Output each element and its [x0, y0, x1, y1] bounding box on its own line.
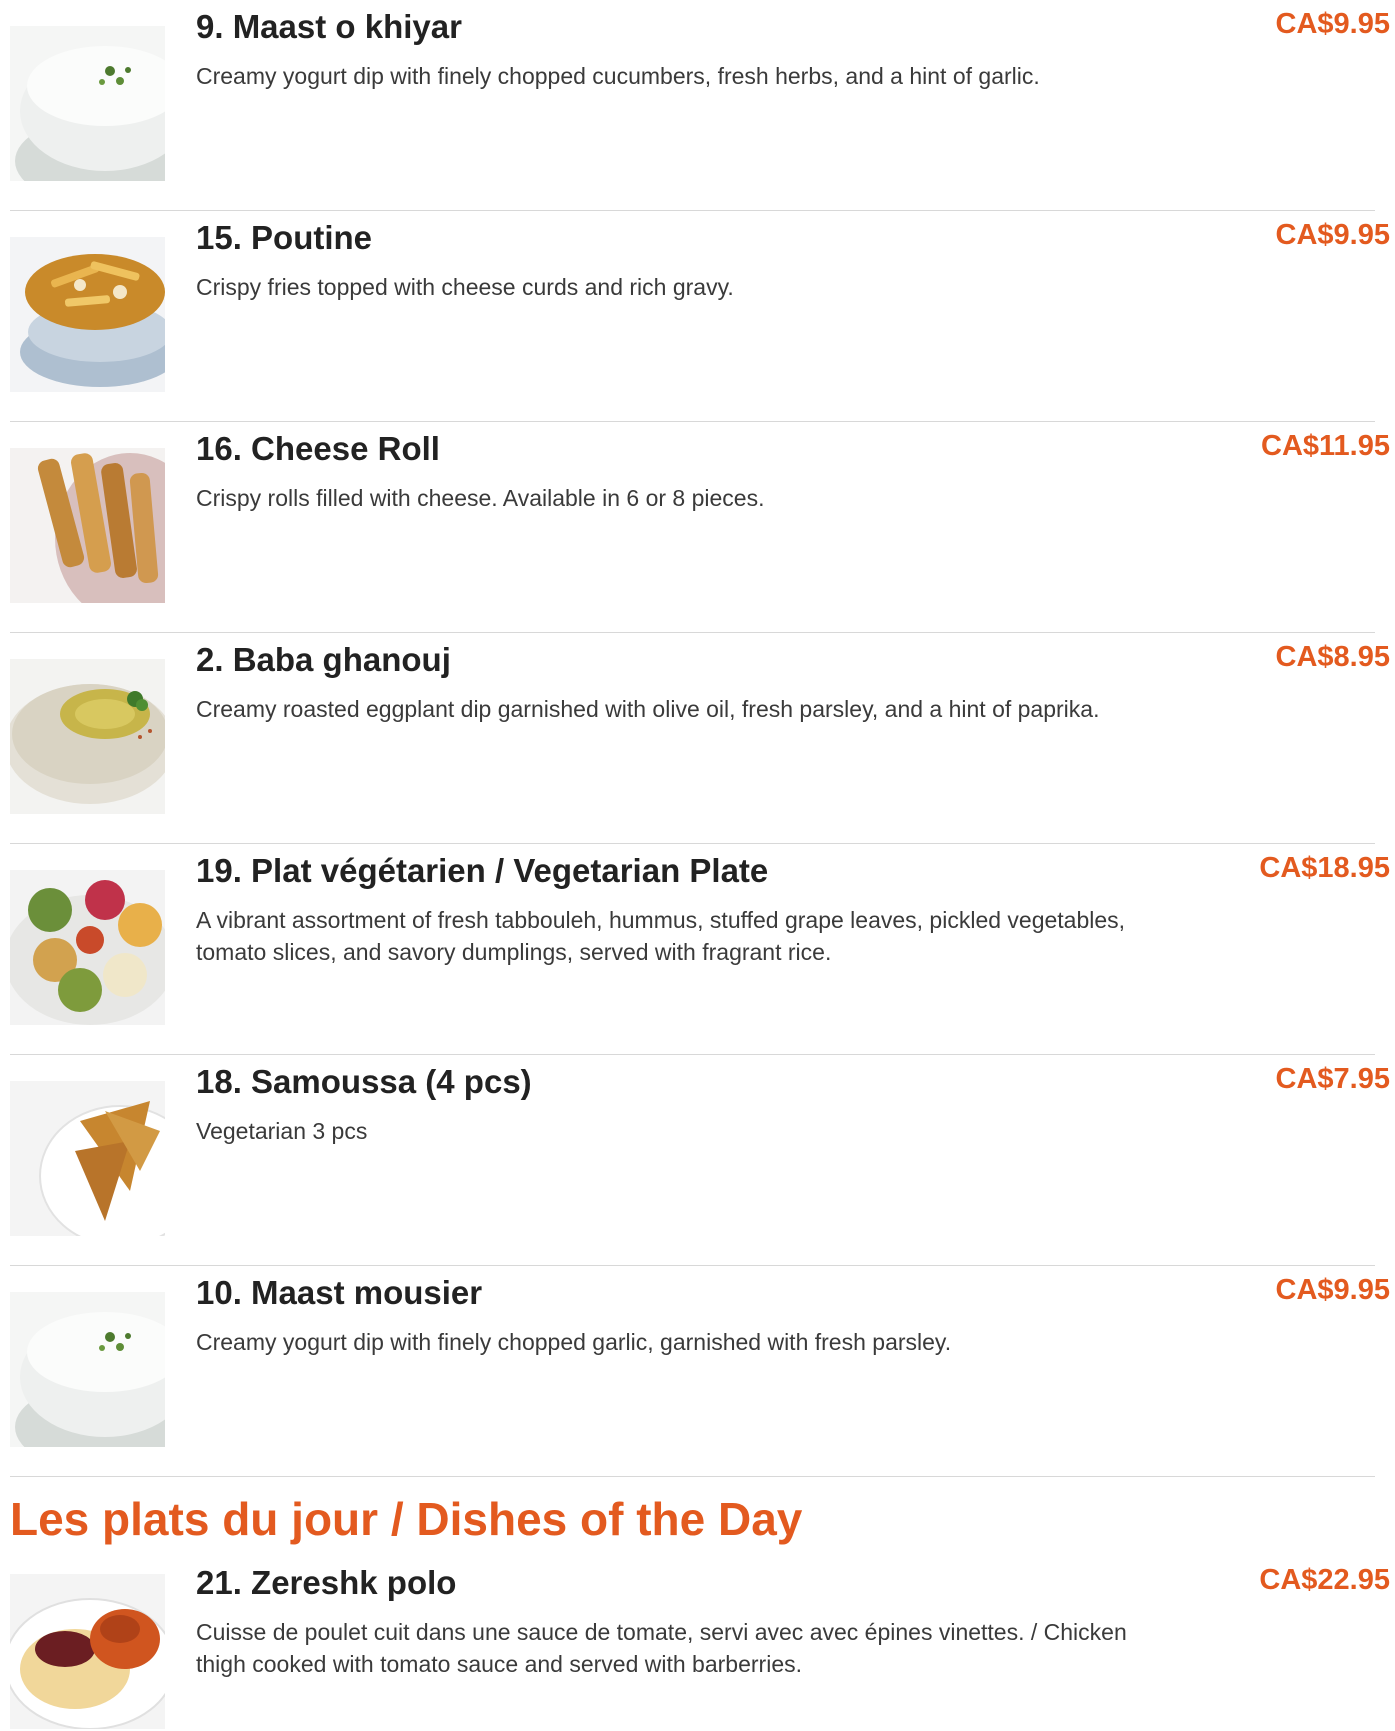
- item-name: 2. Baba ghanouj: [196, 641, 451, 678]
- menu-item[interactable]: 21. Zereshk polo CA$22.95 Cuisse de poul…: [0, 1556, 1395, 1731]
- item-name: 9. Maast o khiyar: [196, 8, 462, 45]
- item-description: A vibrant assortment of fresh tabbouleh,…: [196, 907, 1126, 965]
- item-description: Crispy rolls filled with cheese. Availab…: [196, 485, 765, 511]
- item-price: CA$9.95: [1275, 219, 1390, 251]
- item-price: CA$7.95: [1275, 1063, 1390, 1095]
- yogurt-dip-image[interactable]: [10, 1292, 165, 1447]
- item-name: 21. Zereshk polo: [196, 1564, 457, 1601]
- item-description: Creamy yogurt dip with finely chopped ga…: [196, 1329, 952, 1355]
- cheese-roll-image[interactable]: [10, 448, 165, 603]
- item-description: Cuisse de poulet cuit dans une sauce de …: [196, 1619, 1127, 1677]
- menu-item[interactable]: 2. Baba ghanouj CA$8.95 Creamy roasted e…: [0, 633, 1395, 844]
- item-name: 19. Plat végétarien / Vegetarian Plate: [196, 852, 769, 889]
- zereshk-polo-image[interactable]: [10, 1574, 165, 1729]
- menu-item[interactable]: 16. Cheese Roll CA$11.95 Crispy rolls fi…: [0, 422, 1395, 633]
- item-name: 15. Poutine: [196, 219, 373, 256]
- item-description: Vegetarian 3 pcs: [196, 1118, 368, 1144]
- item-price: CA$11.95: [1261, 430, 1390, 462]
- yogurt-dip-image[interactable]: [10, 26, 165, 181]
- item-price: CA$18.95: [1259, 852, 1390, 884]
- item-price: CA$9.95: [1275, 1274, 1390, 1306]
- item-price: CA$22.95: [1259, 1564, 1390, 1596]
- item-price: CA$8.95: [1275, 641, 1390, 673]
- menu-item[interactable]: 15. Poutine CA$9.95 Crispy fries topped …: [0, 211, 1395, 422]
- menu-item[interactable]: 10. Maast mousier CA$9.95 Creamy yogurt …: [0, 1266, 1395, 1477]
- divider: [10, 1476, 1375, 1477]
- samoussa-image[interactable]: [10, 1081, 165, 1236]
- section-title: Les plats du jour / Dishes of the Day: [10, 1493, 803, 1545]
- item-description: Creamy yogurt dip with finely chopped cu…: [196, 63, 1040, 89]
- vegetarian-plate-image[interactable]: [10, 870, 165, 1025]
- menu-item[interactable]: 18. Samoussa (4 pcs) CA$7.95 Vegetarian …: [0, 1055, 1395, 1266]
- menu-item[interactable]: 19. Plat végétarien / Vegetarian Plate C…: [0, 844, 1395, 1055]
- item-name: 16. Cheese Roll: [196, 430, 440, 467]
- poutine-image[interactable]: [10, 237, 165, 392]
- item-name: 10. Maast mousier: [196, 1274, 483, 1311]
- item-name: 18. Samoussa (4 pcs): [196, 1063, 532, 1100]
- baba-ghanouj-image[interactable]: [10, 659, 165, 814]
- item-description: Crispy fries topped with cheese curds an…: [196, 274, 734, 300]
- item-description: Creamy roasted eggplant dip garnished wi…: [196, 696, 1100, 722]
- menu-item[interactable]: 9. Maast o khiyar CA$9.95 Creamy yogurt …: [0, 0, 1395, 211]
- item-price: CA$9.95: [1275, 8, 1390, 40]
